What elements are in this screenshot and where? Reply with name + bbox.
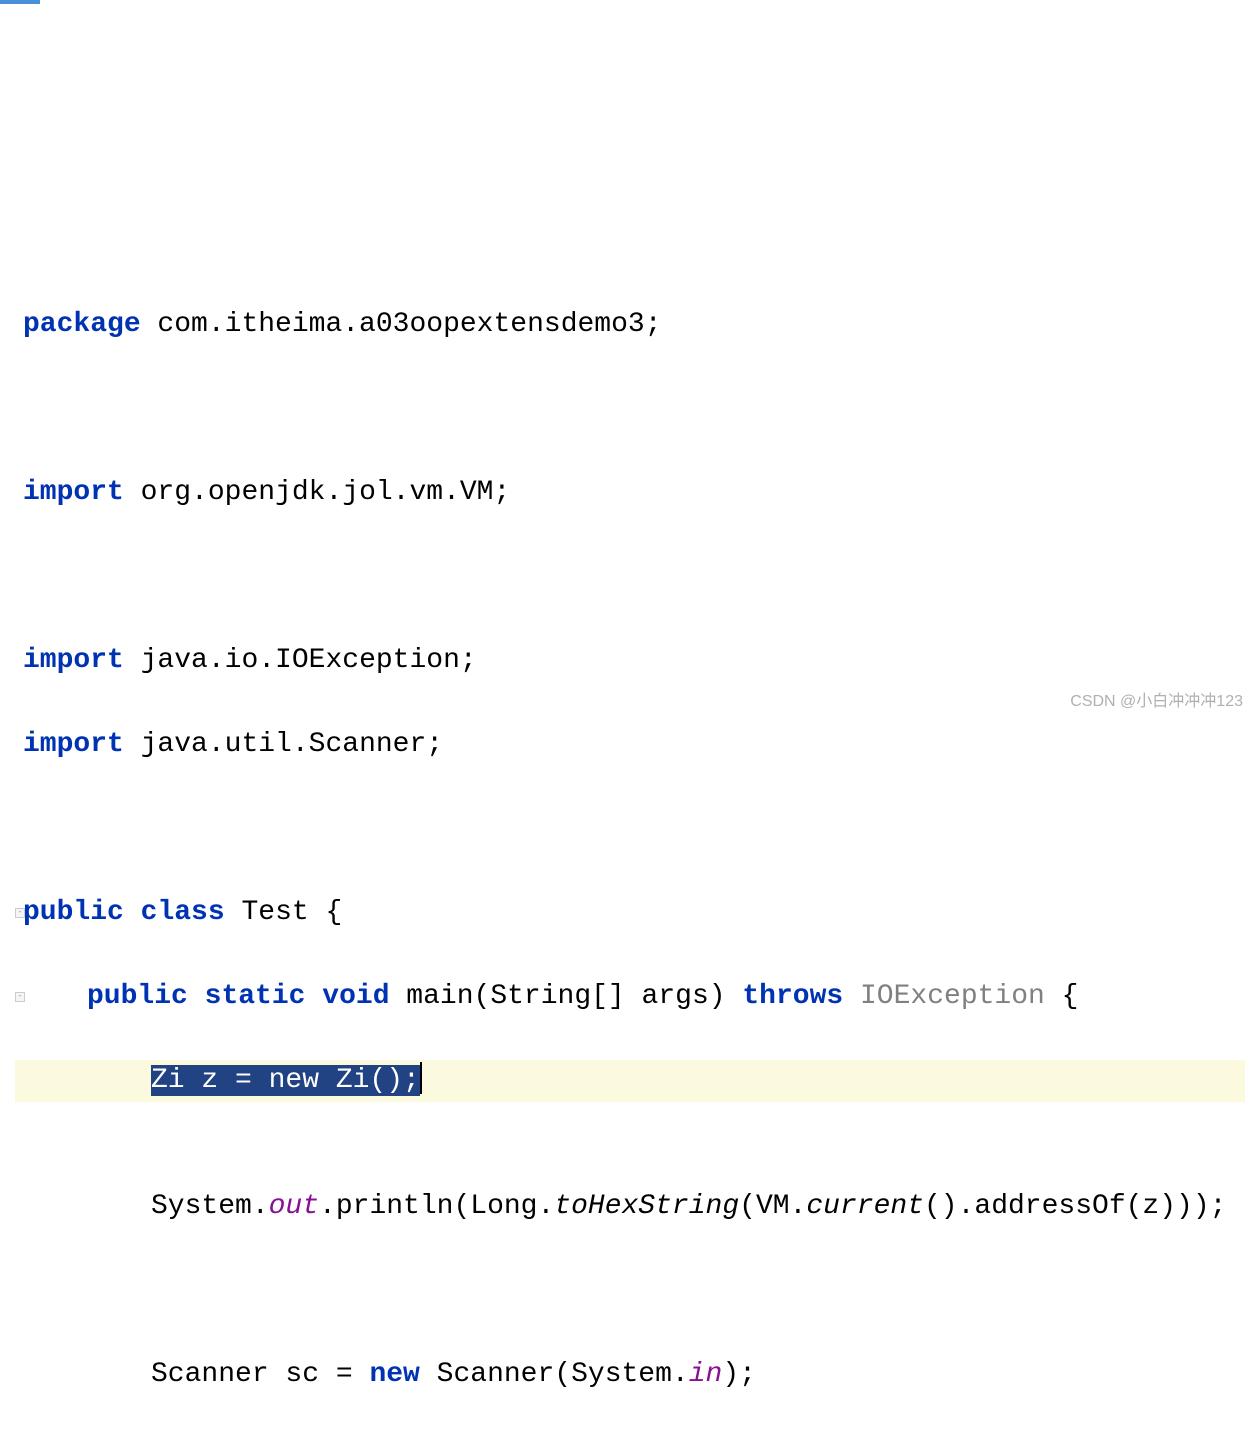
code-line[interactable]: package com.itheima.a03oopextensdemo3; xyxy=(15,304,1253,346)
static-field-out: out xyxy=(269,1191,319,1222)
code-line-current[interactable]: Zi z = new Zi(); xyxy=(15,1060,1245,1102)
code-line[interactable] xyxy=(15,1270,1253,1312)
fold-icon[interactable]: - xyxy=(15,992,25,1002)
method-signature-end: { xyxy=(1045,981,1079,1012)
code-line[interactable]: import java.io.IOException; xyxy=(15,640,1253,682)
static-method: toHexString xyxy=(554,1191,739,1222)
code-line[interactable] xyxy=(15,1102,1253,1144)
code-line[interactable]: Scanner sc = new Scanner(System.in); xyxy=(15,1354,1253,1396)
class-declaration: Test { xyxy=(225,897,343,928)
keyword-class: class xyxy=(141,897,225,928)
selected-text: Zi z = new Zi(); xyxy=(151,1065,420,1096)
code-line[interactable]: -public static void main(String[] args) … xyxy=(15,976,1253,1018)
code-text: ); xyxy=(722,1359,756,1390)
code-line[interactable]: sc.next(); xyxy=(15,1438,1253,1440)
code-line[interactable]: -public class Test { xyxy=(15,892,1253,934)
code-line[interactable] xyxy=(15,556,1253,598)
exception-type: IOException xyxy=(860,981,1045,1012)
code-text: Scanner sc = xyxy=(151,1359,369,1390)
code-line[interactable]: import org.openjdk.jol.vm.VM; xyxy=(15,472,1253,514)
keyword-import: import xyxy=(23,477,124,508)
code-text: System. xyxy=(151,1191,269,1222)
code-line[interactable] xyxy=(15,808,1253,850)
import-statement: org.openjdk.jol.vm.VM; xyxy=(124,477,510,508)
import-statement: java.util.Scanner; xyxy=(124,729,443,760)
keyword-import: import xyxy=(23,645,124,676)
keyword-throws: throws xyxy=(742,981,843,1012)
code-line[interactable]: System.out.println(Long.toHexString(VM.c… xyxy=(15,1186,1253,1228)
code-text: (VM. xyxy=(739,1191,806,1222)
text-cursor xyxy=(420,1062,422,1094)
keyword-void: void xyxy=(322,981,389,1012)
tab-indicator xyxy=(0,0,40,4)
static-method: current xyxy=(806,1191,924,1222)
code-text: .println(Long. xyxy=(319,1191,554,1222)
method-signature: main(String[] args) xyxy=(390,981,743,1012)
import-statement: java.io.IOException; xyxy=(124,645,477,676)
fold-icon[interactable]: - xyxy=(15,908,25,918)
code-text: Scanner(System. xyxy=(420,1359,689,1390)
package-name: com.itheima.a03oopextensdemo3; xyxy=(141,309,662,340)
keyword-public: public xyxy=(23,897,124,928)
static-field-in: in xyxy=(689,1359,723,1390)
code-line[interactable]: import java.util.Scanner; xyxy=(15,724,1253,766)
watermark-text: CSDN @小白冲冲冲123 xyxy=(1070,690,1243,714)
keyword-new: new xyxy=(369,1359,419,1390)
code-line[interactable] xyxy=(15,388,1253,430)
keyword-static: static xyxy=(205,981,306,1012)
code-text: ().addressOf(z))); xyxy=(924,1191,1226,1222)
keyword-package: package xyxy=(23,309,141,340)
keyword-import: import xyxy=(23,729,124,760)
keyword-public: public xyxy=(87,981,188,1012)
code-editor[interactable]: package com.itheima.a03oopextensdemo3; i… xyxy=(0,252,1253,1440)
